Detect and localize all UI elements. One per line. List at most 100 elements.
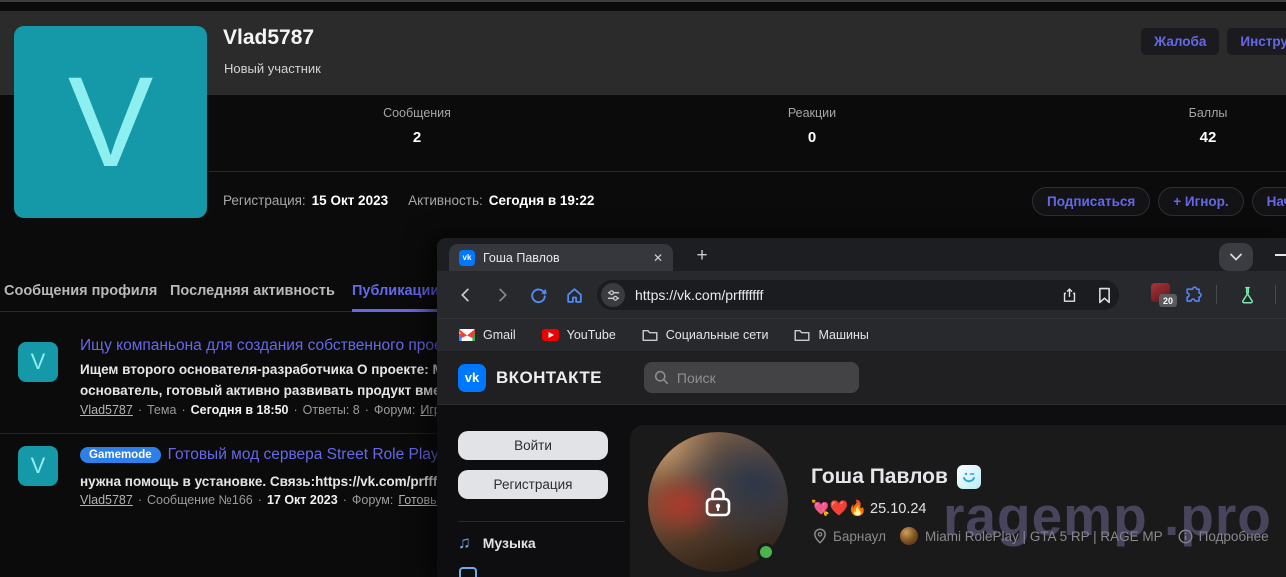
- stat-reactions-label: Реакции: [742, 106, 882, 120]
- vk-status-line: 💘❤️🔥 25.10.24: [811, 499, 926, 517]
- vk-sidebar-item-music[interactable]: ♫ Музыка: [458, 533, 536, 553]
- video-icon[interactable]: [459, 567, 477, 577]
- ignore-button[interactable]: + Игнор.: [1158, 187, 1243, 216]
- stat-reactions: Реакции 0: [742, 106, 882, 146]
- folder-icon: [794, 329, 810, 342]
- bookmark-folder-social[interactable]: Социальные сети: [642, 328, 769, 342]
- puzzle-icon: [1184, 286, 1203, 305]
- tab-close-icon[interactable]: ✕: [653, 251, 663, 265]
- vk-register-button[interactable]: Регистрация: [458, 470, 608, 499]
- report-button[interactable]: Жалоба: [1141, 28, 1219, 55]
- location-pin-icon: [813, 528, 827, 544]
- tab-title: Гоша Павлов: [483, 251, 647, 265]
- new-tab-button[interactable]: +: [689, 243, 715, 269]
- bookmark-button[interactable]: [1092, 283, 1116, 307]
- share-button[interactable]: [1057, 283, 1081, 307]
- tab-profile-posts[interactable]: Сообщения профиля: [4, 270, 157, 312]
- follow-button[interactable]: Подписаться: [1032, 187, 1150, 216]
- tab-latest-activity[interactable]: Последняя активность: [170, 270, 335, 312]
- info-circle-icon: [1178, 529, 1193, 544]
- vk-search-input[interactable]: [677, 370, 837, 386]
- back-arrow-icon: [457, 286, 475, 304]
- vk-brand-title[interactable]: ВКОНТАКТЕ: [496, 368, 602, 388]
- meta-sep: ·: [293, 403, 297, 417]
- bookmark-youtube[interactable]: YouTube: [542, 328, 616, 342]
- reload-button[interactable]: [526, 283, 550, 307]
- vk-community[interactable]: Miami RolePlay | GTA 5 RP | RAGE MP: [925, 529, 1163, 544]
- toolbar-separator: [1216, 285, 1217, 304]
- forward-arrow-icon: [493, 286, 511, 304]
- post-title-link[interactable]: Готовый мод сервера Street Role Play для: [168, 446, 470, 464]
- extensions-puzzle-icon[interactable]: [1181, 283, 1205, 307]
- stats-divider: [209, 171, 1286, 172]
- post-meta: Vlad5787 · Сообщение №166 · 17 Окт 2023 …: [80, 493, 446, 507]
- registration-label: Регистрация:: [223, 193, 306, 208]
- registration-row: Регистрация: 15 Окт 2023 Активность: Сег…: [223, 193, 594, 208]
- post-author-link[interactable]: Vlad5787: [80, 493, 133, 507]
- window-minimize-button[interactable]: [1275, 254, 1286, 256]
- stat-messages-value[interactable]: 2: [347, 129, 487, 146]
- bookmark-label: Социальные сети: [666, 328, 769, 342]
- bookmark-icon: [1097, 287, 1112, 304]
- site-info-button[interactable]: [601, 283, 625, 307]
- vk-city[interactable]: Барнаул: [833, 529, 886, 544]
- post-meta: Vlad5787 · Тема · Сегодня в 18:50 · Отве…: [80, 403, 454, 417]
- vk-header: vk ВКОНТАКТЕ: [437, 351, 1286, 405]
- vk-profile-name: Гоша Павлов: [811, 465, 948, 489]
- vk-search-box[interactable]: [644, 362, 859, 393]
- stat-messages-label: Сообщения: [347, 106, 487, 120]
- post-avatar[interactable]: V: [18, 446, 58, 486]
- vk-favicon: vk: [459, 250, 475, 266]
- post-author-link[interactable]: Vlad5787: [80, 403, 133, 417]
- tab-search-chevron-button[interactable]: [1219, 243, 1253, 271]
- address-bar[interactable]: https://vk.com/prfffffff: [597, 280, 1119, 310]
- bookmark-gmail[interactable]: Gmail: [459, 328, 516, 342]
- meta-sep: ·: [181, 403, 185, 417]
- status-emojis: 💘❤️🔥: [811, 499, 867, 517]
- post-date: 17 Окт 2023: [267, 493, 338, 507]
- vk-page: vk ВКОНТАКТЕ Войти Регистрация ♫ Музыка: [437, 351, 1286, 577]
- gamemode-badge: Gamemode: [80, 447, 161, 463]
- vk-more-link[interactable]: Подробнее: [1199, 529, 1269, 544]
- bookmarks-bar: Gmail YouTube Социальные сети Машины: [437, 318, 1286, 351]
- snippet-line-2: основатель, готовый активно развивать пр…: [80, 383, 485, 398]
- forum-label: Форум:: [352, 493, 393, 507]
- online-status-dot: [757, 543, 775, 561]
- stat-messages: Сообщения 2: [347, 106, 487, 146]
- vk-login-button[interactable]: Войти: [458, 431, 608, 460]
- forward-button[interactable]: [490, 283, 514, 307]
- bookmark-label: Gmail: [483, 328, 516, 342]
- stat-points-value[interactable]: 42: [1138, 129, 1278, 146]
- flask-icon: [1239, 286, 1256, 304]
- post-kind: Сообщение №166: [147, 493, 253, 507]
- forum-header-actions: Жалоба Инструменты: [1141, 28, 1286, 55]
- bookmark-folder-cars[interactable]: Машины: [794, 328, 868, 342]
- stat-points-label: Баллы: [1138, 106, 1278, 120]
- post-title-link[interactable]: Ищу компаньона для создания собственного…: [80, 337, 449, 355]
- share-icon: [1061, 287, 1078, 304]
- post-replies: Ответы: 8: [303, 403, 360, 417]
- forum-label: Форум:: [374, 403, 415, 417]
- vk-logo[interactable]: vk: [458, 364, 486, 392]
- meta-sep: ·: [365, 403, 369, 417]
- tools-button[interactable]: Инструменты: [1227, 28, 1286, 55]
- forum-avatar[interactable]: V: [14, 26, 207, 218]
- home-button[interactable]: [562, 283, 586, 307]
- chevron-down-icon: [1230, 253, 1242, 261]
- start-conversation-button[interactable]: Начать переписку: [1252, 187, 1286, 216]
- tune-icon: [607, 289, 620, 302]
- toolbar-separator: [1275, 285, 1276, 304]
- meta-sep: ·: [138, 403, 142, 417]
- post-avatar[interactable]: V: [18, 342, 58, 382]
- url-text[interactable]: https://vk.com/prfffffff: [635, 287, 763, 303]
- reload-icon: [529, 286, 548, 305]
- meta-sep: ·: [138, 493, 142, 507]
- folder-icon: [642, 329, 658, 342]
- tab-publications[interactable]: Публикации: [352, 270, 439, 312]
- home-icon: [565, 286, 584, 305]
- browser-active-tab[interactable]: vk Гоша Павлов ✕: [449, 244, 673, 271]
- stat-reactions-value[interactable]: 0: [742, 129, 882, 146]
- lab-extension-button[interactable]: [1235, 283, 1259, 307]
- back-button[interactable]: [454, 283, 478, 307]
- post-kind: Тема: [147, 403, 176, 417]
